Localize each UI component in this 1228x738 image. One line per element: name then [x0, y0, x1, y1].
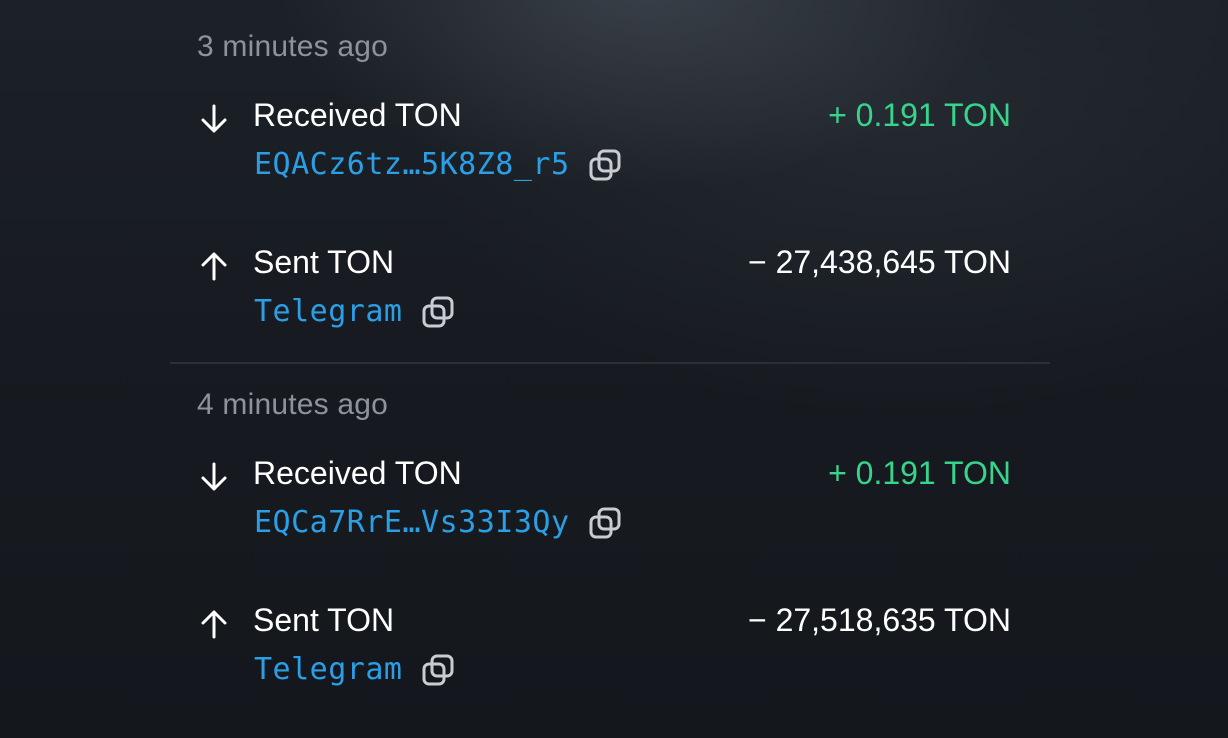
transaction-row[interactable]: Sent TON − 27,518,635 TON Telegram	[0, 597, 1228, 707]
transaction-row[interactable]: Received TON + 0.191 TON EQCa7RrE…Vs33I3…	[0, 450, 1228, 560]
counterparty: Telegram	[254, 652, 455, 687]
group-timestamp: 3 minutes ago	[197, 30, 389, 63]
counterparty: EQACz6tz…5K8Z8_r5	[254, 147, 622, 182]
transaction-title: Sent TON	[253, 602, 395, 638]
copy-icon[interactable]	[421, 295, 455, 329]
transaction-title: Sent TON	[253, 244, 395, 280]
arrow-down-icon	[200, 462, 228, 492]
transaction-title: Received TON	[253, 97, 462, 133]
copy-icon[interactable]	[421, 653, 455, 687]
copy-icon[interactable]	[588, 148, 622, 182]
group-timestamp: 4 minutes ago	[197, 388, 389, 421]
amount-sign: −	[747, 244, 767, 280]
transaction-amount: − 27,518,635 TON	[748, 602, 1011, 639]
amount-value: 0.191 TON	[855, 455, 1011, 491]
amount-value: 0.191 TON	[855, 97, 1011, 133]
amount-sign: +	[828, 97, 847, 133]
counterparty-address-link[interactable]: EQACz6tz…5K8Z8_r5	[254, 147, 570, 182]
counterparty: EQCa7RrE…Vs33I3Qy	[254, 505, 622, 540]
transaction-title: Received TON	[253, 455, 462, 491]
counterparty: Telegram	[254, 294, 455, 329]
amount-value: 27,438,645 TON	[775, 244, 1011, 280]
group-divider	[170, 362, 1050, 364]
transaction-amount: + 0.191 TON	[828, 455, 1011, 492]
counterparty-name-link[interactable]: Telegram	[254, 294, 403, 329]
transaction-feed: 3 minutes ago Received TON + 0.191 TON E…	[0, 0, 1228, 738]
arrow-down-icon	[200, 104, 228, 134]
counterparty-address-link[interactable]: EQCa7RrE…Vs33I3Qy	[254, 505, 570, 540]
copy-icon[interactable]	[588, 506, 622, 540]
amount-value: 27,518,635 TON	[775, 602, 1011, 638]
amount-sign: +	[828, 455, 847, 491]
transaction-amount: + 0.191 TON	[828, 97, 1011, 134]
transaction-row[interactable]: Sent TON − 27,438,645 TON Telegram	[0, 239, 1228, 349]
counterparty-name-link[interactable]: Telegram	[254, 652, 403, 687]
arrow-up-icon	[200, 251, 228, 281]
arrow-up-icon	[200, 609, 228, 639]
transaction-row[interactable]: Received TON + 0.191 TON EQACz6tz…5K8Z8_…	[0, 92, 1228, 202]
amount-sign: −	[747, 602, 767, 638]
transaction-amount: − 27,438,645 TON	[748, 244, 1011, 281]
